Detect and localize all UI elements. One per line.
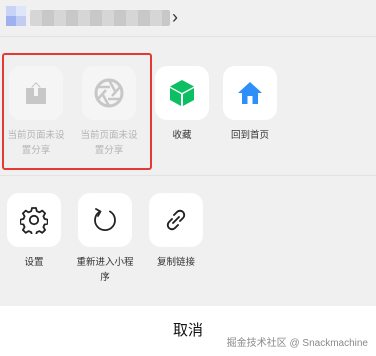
mini-program-profile-bar[interactable]: ›: [0, 0, 376, 36]
home-icon: [238, 82, 262, 104]
link-icon: [166, 209, 186, 231]
copy-link-tile: [149, 193, 203, 247]
home-tile: [223, 66, 277, 120]
settings-item[interactable]: 设置: [0, 193, 69, 270]
refresh-icon: [94, 208, 116, 232]
app-avatar: [6, 6, 26, 26]
cancel-bar: 取消 掘金技术社区 @ Snackmachine: [0, 306, 376, 356]
app-name-blurred: [30, 10, 170, 26]
home-label: 回到首页: [230, 130, 269, 141]
favorite-tile: [155, 66, 209, 120]
watermark: 掘金技术社区 @ Snackmachine: [226, 338, 368, 349]
copy-link-label: 复制链接: [156, 257, 195, 268]
settings-label: 设置: [24, 257, 44, 268]
favorite-item[interactable]: 收藏: [147, 66, 217, 143]
reenter-label: 重新进入小程序: [76, 257, 134, 283]
chevron-right-icon: ›: [172, 7, 178, 27]
reenter-item[interactable]: 重新进入小程序: [70, 193, 140, 285]
settings-tile: [7, 193, 61, 247]
back-home-item[interactable]: 回到首页: [215, 66, 285, 143]
action-sheet: › 当前页面未设置分享 当前页面未设置分享 收藏 回到首页 设置 重新进入小程序…: [0, 0, 376, 356]
favorite-label: 收藏: [172, 130, 192, 141]
divider: [0, 36, 376, 37]
gear-icon: [20, 207, 48, 234]
copy-link-item[interactable]: 复制链接: [141, 193, 211, 270]
divider: [0, 175, 376, 176]
highlight-box: [2, 53, 152, 170]
reenter-tile: [78, 193, 132, 247]
favorite-cube-icon: [170, 80, 194, 106]
